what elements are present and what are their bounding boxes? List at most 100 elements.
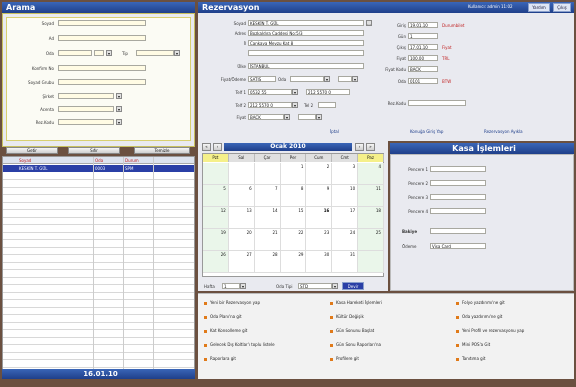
calendar-cell[interactable]: 9: [306, 185, 333, 207]
cikis-input[interactable]: 17.01.10: [408, 44, 438, 50]
calendar-cell[interactable]: 2: [306, 163, 333, 185]
next-month-button[interactable]: ›: [355, 143, 364, 151]
prev-month-button[interactable]: ‹: [213, 143, 222, 151]
telf1-dropdown[interactable]: ▾: [292, 89, 298, 95]
rezkodu-input[interactable]: [408, 100, 466, 106]
calendar-cell[interactable]: [358, 251, 384, 273]
rez-link-1[interactable]: Konuğa Giriş Yap: [410, 129, 443, 134]
oda-dropdown[interactable]: ▾: [106, 50, 112, 56]
action-col2-3[interactable]: Gün Sonu Raporları'na: [330, 342, 381, 347]
kasa-row-input-3[interactable]: [430, 208, 486, 214]
gun-input[interactable]: 1: [408, 33, 438, 39]
calendar-cell[interactable]: 5: [203, 185, 229, 207]
soyad-input[interactable]: [58, 20, 146, 26]
oda-extra-input[interactable]: [94, 50, 104, 56]
rez-oda-input[interactable]: [290, 76, 324, 82]
next-year-button[interactable]: »: [366, 143, 375, 151]
calendar-cell[interactable]: 18: [358, 207, 384, 229]
col-header-durum[interactable]: Durum: [125, 158, 139, 163]
action-col3-3[interactable]: Mini POS'a Git: [456, 342, 490, 347]
rez-adres2-input[interactable]: [248, 50, 364, 56]
fiyat-extra-dropdown[interactable]: ▾: [316, 114, 322, 120]
fiyatkodu-input[interactable]: BACK: [408, 66, 438, 72]
rez-fiyat-input[interactable]: BACK: [248, 114, 284, 120]
rez-fiyat-deme-input[interactable]: SATIS: [248, 76, 276, 82]
calendar-cell[interactable]: 20: [228, 229, 255, 251]
rez-soyad-input[interactable]: KESKİN T. GÜL: [248, 20, 364, 26]
odatipi-input[interactable]: STD: [298, 283, 332, 289]
calendar-cell[interactable]: 8: [280, 185, 307, 207]
calendar-cell[interactable]: 15: [280, 207, 307, 229]
action-col2-4[interactable]: Profilere git: [330, 356, 359, 361]
ad-input[interactable]: [58, 35, 146, 41]
rez-telf-1-input[interactable]: 0532 55: [248, 89, 292, 95]
calendar-cell[interactable]: 7: [254, 185, 281, 207]
calendar-cell[interactable]: 25: [358, 229, 384, 251]
calendar-cell[interactable]: 21: [254, 229, 281, 251]
kasa-row-input-1[interactable]: [430, 180, 486, 186]
calendar-cell[interactable]: 22: [280, 229, 307, 251]
odatipi-dropdown[interactable]: ▾: [332, 283, 338, 289]
action-col3-4[interactable]: Tanıtıma git: [456, 356, 485, 361]
col-header-soyad[interactable]: Soyad: [19, 158, 31, 163]
results-row-selected[interactable]: KESKİN T. GÜL 0003 SPM: [3, 165, 194, 172]
action-col3-0[interactable]: Folyo yazdırımı'ne git: [456, 300, 505, 305]
calendar-cell[interactable]: 16: [306, 207, 333, 229]
calendar-cell[interactable]: 12: [203, 207, 229, 229]
action-col3-1[interactable]: Oda yazdırımı'ne git: [456, 314, 502, 319]
acenta-input[interactable]: [58, 106, 114, 112]
tip-dropdown[interactable]: ▾: [174, 50, 180, 56]
yardim-button[interactable]: Yardım: [528, 3, 550, 12]
col-header-oda[interactable]: Oda: [95, 158, 103, 163]
bakiye-input[interactable]: [430, 228, 486, 234]
rez-kodu-input[interactable]: [58, 119, 114, 125]
telf1-extra[interactable]: 212 5570 0: [306, 89, 350, 95]
calendar-cell[interactable]: 13: [228, 207, 255, 229]
tel2-input[interactable]: [318, 102, 336, 108]
action-col2-0[interactable]: Kasa Hareketi İşlemleri: [330, 300, 382, 305]
calendar-cell[interactable]: 26: [203, 251, 229, 273]
action-col2-2[interactable]: Gün Sonunu Başlat: [330, 328, 374, 333]
calendar-cell[interactable]: [203, 163, 229, 185]
oda-input[interactable]: [58, 50, 92, 56]
acenta-dropdown[interactable]: ▾: [116, 106, 122, 112]
calendar-cell[interactable]: 6: [228, 185, 255, 207]
calendar-cell[interactable]: 29: [280, 251, 307, 273]
rez--lke-input[interactable]: İSTANBUL: [248, 63, 364, 69]
calendar-cell[interactable]: 19: [203, 229, 229, 251]
rez-oda-dropdown[interactable]: ▾: [324, 76, 330, 82]
konfirm-no-input[interactable]: [58, 65, 146, 71]
calendar-cell[interactable]: 17: [332, 207, 359, 229]
odeme-input[interactable]: Visa Card: [430, 243, 486, 249]
hafta-dropdown[interactable]: ▾: [240, 283, 246, 289]
fiyat-dropdown[interactable]: ▾: [284, 114, 290, 120]
action-col3-2[interactable]: Yeni Profil ve rezervasyonu yap: [456, 328, 524, 333]
rez-telf-2-input[interactable]: 212 5570 0: [248, 102, 292, 108]
calendar-cell[interactable]: [254, 163, 281, 185]
prev-year-button[interactable]: «: [202, 143, 211, 151]
calendar-cell[interactable]: 23: [306, 229, 333, 251]
tip-input[interactable]: [136, 50, 174, 56]
cikis-button[interactable]: Çıkış: [553, 3, 571, 12]
getir-button[interactable]: Getir: [6, 147, 58, 154]
rez-link-2[interactable]: Rezervasyon Ayıkla: [484, 129, 523, 134]
calendar-cell[interactable]: 27: [228, 251, 255, 273]
fiyat-extra[interactable]: [298, 114, 316, 120]
calendar-cell[interactable]: 4: [358, 163, 384, 185]
hafta-input[interactable]: 1: [222, 283, 240, 289]
calendar-cell[interactable]: 30: [306, 251, 333, 273]
action-col1-0[interactable]: Yeni bir Rezervasyon yap: [204, 300, 260, 305]
rez-oda-extra[interactable]: [338, 76, 352, 82]
-irket-dropdown[interactable]: ▾: [116, 93, 122, 99]
calendar-cell[interactable]: 24: [332, 229, 359, 251]
sifir-button[interactable]: Sıfır: [68, 147, 120, 154]
calendar-cell[interactable]: 1: [280, 163, 307, 185]
calendar-cell[interactable]: 14: [254, 207, 281, 229]
giris-input[interactable]: 19.01.10: [408, 22, 438, 28]
action-col1-2[interactable]: Kat Konsolleme git: [204, 328, 247, 333]
calendar-cell[interactable]: [228, 163, 255, 185]
action-col1-4[interactable]: Raporlara git: [204, 356, 236, 361]
oda-input[interactable]: 0101: [408, 78, 438, 84]
action-col2-1[interactable]: Kültür Değişik: [330, 314, 364, 319]
rez-i-l-input[interactable]: Çankaya Mevzu Kat 8: [248, 40, 364, 46]
